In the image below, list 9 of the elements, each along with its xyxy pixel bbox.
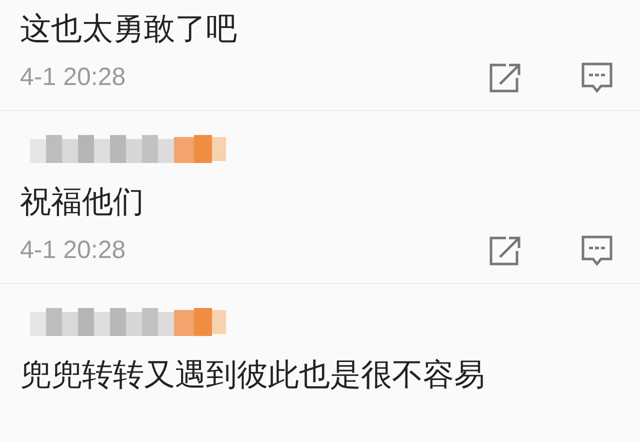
comment-text: 兜兜转转又遇到彼此也是很不容易 <box>20 356 486 395</box>
comment-icon[interactable] <box>580 234 614 268</box>
comment-time: 4-1 20:28 <box>20 62 126 94</box>
comment-text: 这也太勇敢了吧 <box>20 10 238 49</box>
comment-text: 祝福他们 <box>20 183 145 222</box>
share-icon[interactable] <box>488 235 522 267</box>
comment-time: 4-1 20:28 <box>20 235 126 266</box>
share-icon[interactable] <box>488 62 522 94</box>
comment-icon[interactable] <box>580 61 614 95</box>
